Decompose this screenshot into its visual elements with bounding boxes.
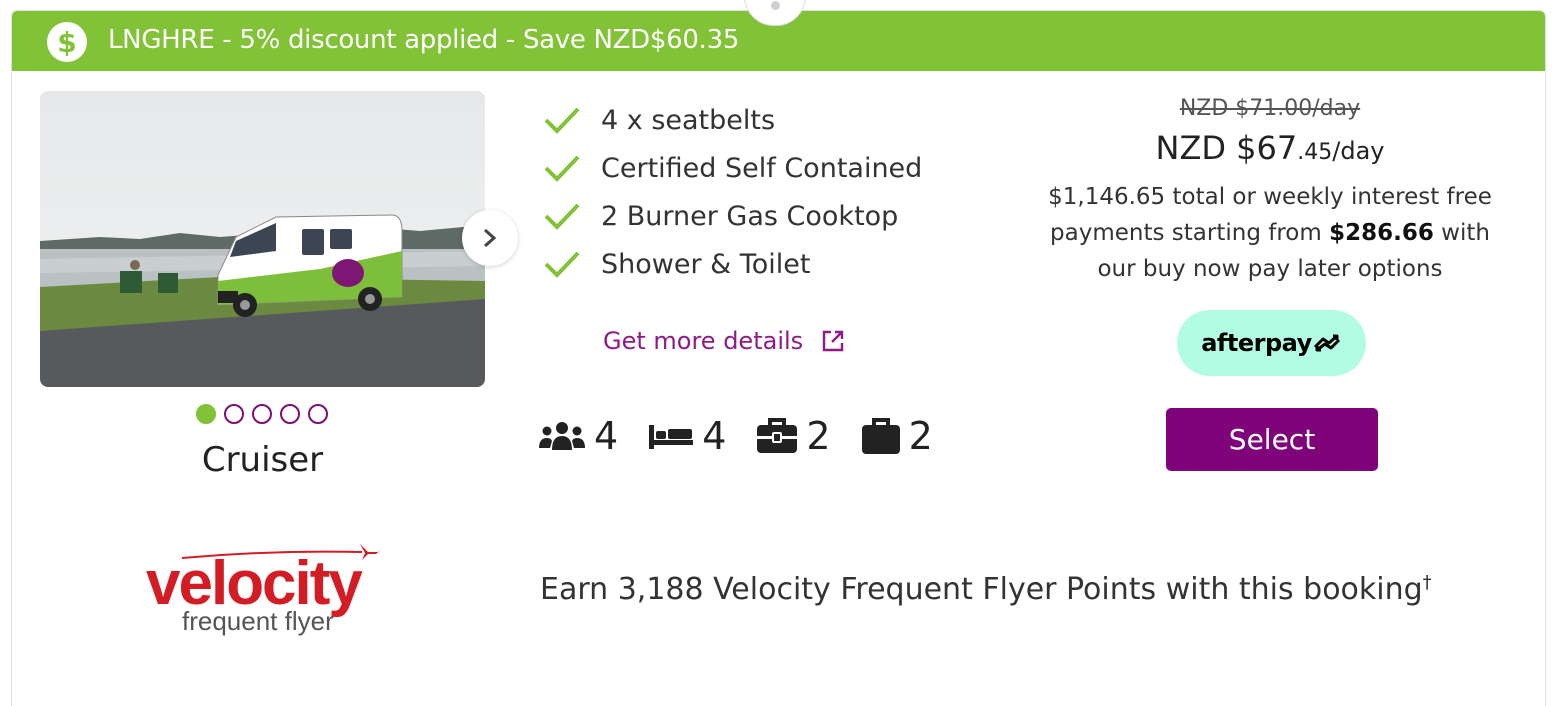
velocity-points-text: Earn 3,188 Velocity Frequent Flyer Point… bbox=[540, 572, 1432, 607]
details-link-label: Get more details bbox=[603, 327, 804, 355]
payment-info: $1,146.65 total or weekly interest free … bbox=[1040, 179, 1500, 287]
capacity-row: 4 4 2 2 bbox=[538, 414, 963, 458]
discount-text: LNGHRE - 5% discount applied - Save NZD$… bbox=[108, 25, 740, 55]
checkmark-icon bbox=[544, 203, 580, 230]
select-button[interactable]: Select bbox=[1166, 408, 1378, 471]
velocity-logo: velocity frequent flyer bbox=[146, 536, 408, 646]
small-bags-capacity: 2 bbox=[861, 414, 933, 458]
price-cents: .45 bbox=[1297, 140, 1333, 165]
passengers-count: 4 bbox=[594, 414, 619, 458]
price-per: /day bbox=[1332, 137, 1385, 165]
carousel-dot[interactable] bbox=[196, 404, 216, 424]
feature-item: 4 x seatbelts bbox=[543, 96, 922, 144]
small-bags-count: 2 bbox=[908, 414, 933, 458]
carousel-dot[interactable] bbox=[280, 404, 300, 424]
feature-list: 4 x seatbelts Certified Self Contained 2… bbox=[543, 96, 922, 288]
briefcase-icon bbox=[757, 418, 798, 453]
checkmark-icon bbox=[544, 107, 580, 134]
afterpay-label: afterpay bbox=[1201, 329, 1312, 357]
large-bags-capacity: 2 bbox=[756, 414, 831, 458]
beds-capacity: 4 bbox=[648, 414, 726, 458]
dollar-circle-icon: $ bbox=[47, 22, 87, 62]
original-price: NZD $71.00/day bbox=[1179, 96, 1361, 121]
feature-label: 4 x seatbelts bbox=[601, 104, 776, 136]
earn-text: Earn 3,188 Velocity Frequent Flyer Point… bbox=[540, 572, 1423, 607]
suitcase-icon bbox=[861, 418, 900, 454]
carousel-dot[interactable] bbox=[252, 404, 272, 424]
discounted-price: NZD $67.45/day bbox=[1040, 129, 1500, 167]
carousel-dots bbox=[196, 404, 328, 424]
people-icon bbox=[539, 422, 585, 450]
feature-label: 2 Burner Gas Cooktop bbox=[601, 200, 899, 232]
external-link-icon bbox=[822, 330, 844, 352]
feature-label: Shower & Toilet bbox=[601, 248, 811, 280]
bed-icon bbox=[649, 425, 694, 449]
passengers-capacity: 4 bbox=[538, 414, 618, 458]
campervan-image bbox=[40, 91, 485, 387]
feature-item: Shower & Toilet bbox=[543, 240, 922, 288]
get-more-details-link[interactable]: Get more details bbox=[603, 327, 845, 355]
checkmark-icon bbox=[544, 155, 580, 182]
velocity-subtitle: frequent flyer bbox=[182, 606, 334, 636]
price-main: NZD $67 bbox=[1155, 129, 1298, 167]
chevron-right-icon bbox=[484, 228, 497, 248]
checkmark-icon bbox=[544, 251, 580, 278]
beds-count: 4 bbox=[702, 414, 727, 458]
pricing-block: NZD $71.00/day NZD $67.45/day $1,146.65 … bbox=[1040, 96, 1500, 287]
feature-item: 2 Burner Gas Cooktop bbox=[543, 192, 922, 240]
vehicle-name: Cruiser bbox=[201, 440, 324, 480]
feature-item: Certified Self Contained bbox=[543, 144, 922, 192]
vehicle-photo[interactable] bbox=[40, 91, 485, 387]
carousel-dot[interactable] bbox=[224, 404, 244, 424]
afterpay-arrows-icon bbox=[1313, 334, 1340, 352]
carousel-next-button[interactable] bbox=[462, 210, 518, 266]
feature-label: Certified Self Contained bbox=[601, 152, 923, 184]
dagger-mark: † bbox=[1422, 572, 1432, 593]
afterpay-badge[interactable]: afterpay bbox=[1177, 310, 1366, 376]
large-bags-count: 2 bbox=[806, 414, 831, 458]
installment-amount: $286.66 bbox=[1329, 220, 1434, 246]
carousel-dot[interactable] bbox=[308, 404, 328, 424]
